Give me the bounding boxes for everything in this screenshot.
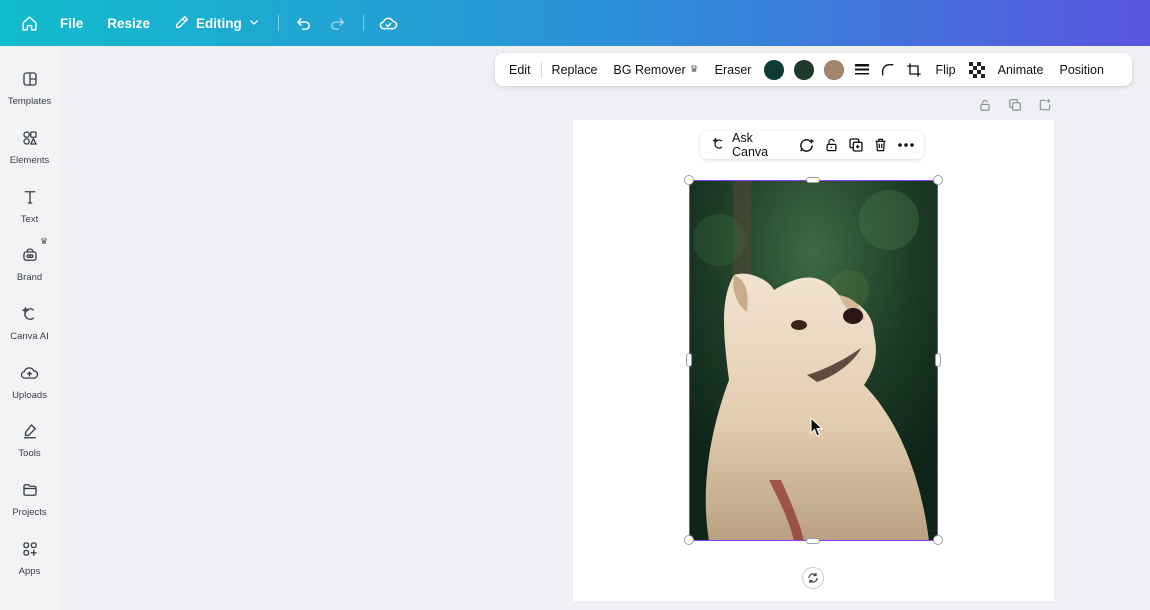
sidebar-item-templates[interactable]: Templates bbox=[0, 60, 59, 116]
editing-label: Editing bbox=[196, 15, 242, 31]
resize-handle-top-right[interactable] bbox=[933, 175, 943, 185]
crown-icon: ♛ bbox=[689, 64, 699, 75]
bg-remover-button[interactable]: BG Remover ♛ bbox=[605, 63, 706, 77]
templates-icon bbox=[19, 68, 41, 90]
divider bbox=[540, 61, 542, 78]
cloud-save-icon[interactable] bbox=[372, 6, 406, 40]
page-actions bbox=[974, 95, 1056, 115]
editing-mode-dropdown[interactable]: Editing bbox=[164, 14, 270, 33]
resize-handle-top-left[interactable] bbox=[684, 175, 694, 185]
elements-icon bbox=[19, 127, 41, 149]
sidebar-item-label: Elements bbox=[9, 155, 50, 166]
sidebar-item-label: Apps bbox=[18, 566, 41, 577]
sidebar-item-canva-ai[interactable]: Canva AI bbox=[0, 295, 59, 351]
sidebar-item-label: Brand bbox=[16, 272, 43, 283]
image-toolbar: Edit Replace BG Remover ♛ Eraser Flip An… bbox=[495, 53, 1132, 86]
canva-ai-icon bbox=[19, 303, 41, 325]
divider bbox=[277, 15, 279, 31]
color-swatch[interactable] bbox=[824, 59, 845, 80]
resize-handle-bottom-left[interactable] bbox=[684, 535, 694, 545]
sidebar-item-apps[interactable]: Apps bbox=[0, 530, 59, 586]
duplicate-page-icon[interactable] bbox=[1004, 95, 1026, 115]
dog-photo[interactable] bbox=[689, 180, 938, 541]
border-style-icon[interactable] bbox=[849, 57, 875, 83]
replace-button[interactable]: Replace bbox=[544, 63, 606, 77]
element-floating-toolbar: Ask Canva bbox=[700, 131, 924, 159]
resize-handle-bottom-right[interactable] bbox=[933, 535, 943, 545]
duplicate-icon[interactable] bbox=[844, 132, 869, 158]
color-swatch[interactable] bbox=[764, 59, 785, 80]
canva-ai-icon bbox=[712, 136, 726, 154]
mouse-cursor-icon bbox=[810, 416, 824, 442]
rotate-icon[interactable] bbox=[802, 567, 824, 589]
sidebar-item-elements[interactable]: Elements bbox=[0, 119, 59, 175]
brand-icon bbox=[19, 244, 41, 266]
crop-icon[interactable] bbox=[901, 57, 927, 83]
bg-remover-label: BG Remover bbox=[613, 62, 686, 77]
flip-button[interactable]: Flip bbox=[927, 63, 963, 77]
projects-icon bbox=[19, 479, 41, 501]
sidebar-item-label: Templates bbox=[7, 96, 52, 107]
add-page-icon[interactable] bbox=[1034, 95, 1056, 115]
pencil-icon bbox=[174, 14, 190, 33]
sidebar-item-uploads[interactable]: Uploads bbox=[0, 354, 59, 410]
trash-icon[interactable] bbox=[869, 132, 894, 158]
sidebar-item-tools[interactable]: Tools bbox=[0, 412, 59, 468]
resize-button[interactable]: Resize bbox=[97, 16, 160, 31]
resize-handle-right[interactable] bbox=[935, 353, 941, 367]
uploads-icon bbox=[19, 362, 41, 384]
sidebar-item-brand[interactable]: ♛ Brand bbox=[0, 236, 59, 292]
sidebar-item-label: Tools bbox=[18, 448, 41, 459]
more-options-icon[interactable] bbox=[893, 132, 918, 158]
chevron-down-icon bbox=[248, 16, 260, 31]
file-menu[interactable]: File bbox=[50, 16, 93, 31]
top-bar: File Resize Editing bbox=[0, 0, 1150, 46]
home-icon[interactable] bbox=[12, 6, 46, 40]
transparency-icon[interactable] bbox=[964, 57, 990, 83]
resize-handle-bottom[interactable] bbox=[806, 538, 820, 544]
edit-button[interactable]: Edit bbox=[501, 63, 539, 77]
ask-canva-label: Ask Canva bbox=[732, 131, 769, 159]
undo-icon[interactable] bbox=[287, 6, 321, 40]
apps-icon bbox=[19, 538, 41, 560]
sidebar-item-projects[interactable]: Projects bbox=[0, 471, 59, 527]
sidebar-item-label: Uploads bbox=[12, 390, 47, 401]
redo-icon[interactable] bbox=[321, 6, 355, 40]
sidebar-item-label: Canva AI bbox=[10, 331, 49, 342]
color-swatch[interactable] bbox=[794, 59, 815, 80]
resize-handle-left[interactable] bbox=[686, 353, 692, 367]
tools-icon bbox=[19, 420, 41, 442]
text-icon bbox=[19, 186, 41, 208]
eraser-button[interactable]: Eraser bbox=[707, 63, 760, 77]
ask-canva-button[interactable]: Ask Canva bbox=[706, 131, 794, 159]
comment-icon[interactable] bbox=[794, 132, 819, 158]
left-sidebar: Templates Elements Text ♛ Brand Canva AI… bbox=[0, 46, 59, 610]
sidebar-item-label: Projects bbox=[12, 507, 47, 518]
sidebar-item-text[interactable]: Text bbox=[0, 178, 59, 234]
crown-icon: ♛ bbox=[40, 236, 49, 246]
divider bbox=[362, 15, 364, 31]
lock-icon[interactable] bbox=[819, 132, 844, 158]
position-button[interactable]: Position bbox=[1051, 63, 1111, 77]
animate-button[interactable]: Animate bbox=[990, 63, 1052, 77]
corner-rounding-icon[interactable] bbox=[875, 57, 901, 83]
lock-icon[interactable] bbox=[974, 95, 996, 115]
resize-handle-top[interactable] bbox=[806, 177, 820, 183]
sidebar-item-label: Text bbox=[20, 214, 39, 225]
